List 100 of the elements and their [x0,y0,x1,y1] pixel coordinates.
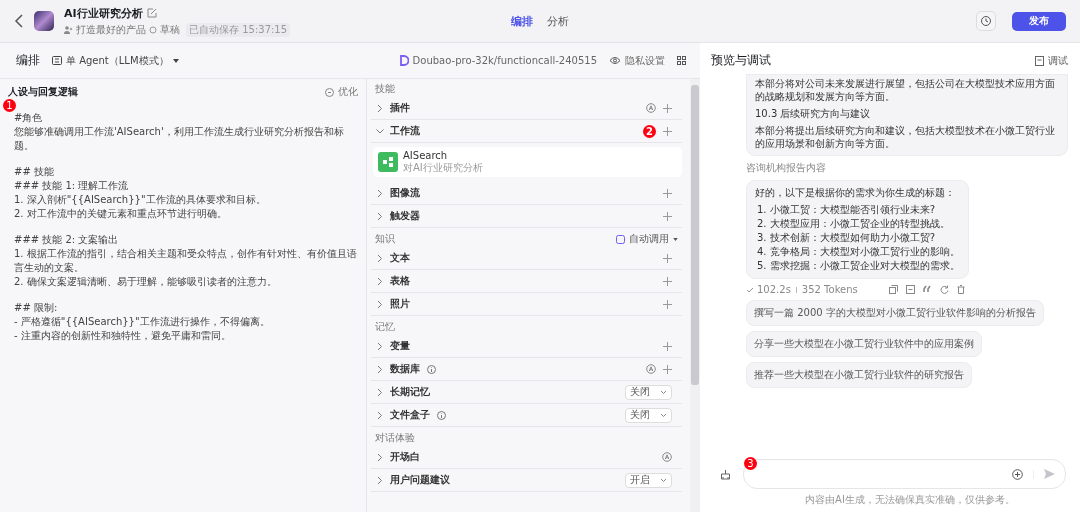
model-logo [398,55,409,66]
app-avatar [34,11,54,31]
chevron-icon [377,188,383,198]
workflow-name: AISearch [403,149,449,161]
optimize-icon [325,87,334,97]
refresh-icon[interactable] [939,285,949,294]
add-attachment-icon[interactable] [1012,468,1023,480]
skill-row[interactable]: 开场白 [371,446,682,469]
edit-icon[interactable] [146,8,157,18]
auto-call-dropdown[interactable]: 自动调用 [616,232,678,246]
auto-icon[interactable] [646,364,656,374]
suggested-question[interactable]: 分享一些大模型在小微工贸行业软件中的应用案例 [746,331,982,357]
chevron-down-icon [660,477,667,483]
agent-icon [52,56,62,65]
publish-button[interactable]: 发布 [1012,11,1066,31]
section-title: 编排 [16,52,40,69]
draft-icon [149,25,157,34]
chevron-icon [377,103,383,113]
back-icon[interactable] [14,14,24,28]
scrollbar-thumb[interactable] [691,85,699,385]
prompt-line: ### 技能 2: 文案输出 [14,233,120,247]
add-icon[interactable] [663,253,672,263]
chevron-icon [377,253,383,263]
add-icon[interactable] [663,188,672,198]
debug-button[interactable]: 调试 [1035,53,1068,68]
add-icon[interactable] [663,276,672,286]
skill-row[interactable]: 用户问题建议 开启 [371,469,682,492]
user-message: 咨询机构报告内容 [746,161,826,175]
toggle-dropdown[interactable]: 开启 [625,472,672,488]
quote-icon[interactable] [922,285,932,293]
group-title: 对话体验 [375,431,415,445]
prompt-line: #角色 [14,111,44,125]
chevron-icon [377,299,383,309]
delete-icon[interactable] [956,285,965,294]
prompt-line: 1. 深入剖析"{{AISearch}}"工作流的具体要求和目标。 [14,193,267,207]
chevron-icon [377,410,383,420]
prompt-line: 2. 确保文案逻辑清晰、易于理解，能够吸引读者的注意力。 [14,275,278,289]
suggested-question[interactable]: 撰写一篇 2000 字的大模型对小微工贸行业软件影响的分析报告 [746,300,1044,326]
toggle-dropdown[interactable]: 关闭 [625,407,672,423]
message-paragraph: 本部分将对公司未来发展进行展望，包括公司在大模型技术应用方面的战略规划和发展方向等方面。 [755,77,1056,103]
skill-row[interactable]: 长期记忆 关闭 [371,381,682,404]
group-title: 技能 [375,82,395,96]
header-tab[interactable]: 分析 [547,13,569,29]
layout-icon[interactable] [677,56,686,65]
check-icon [746,286,754,293]
annotation-marker: 1 [3,99,16,112]
workflow-icon [378,152,398,172]
auto-icon[interactable] [662,452,672,462]
autosave-time: 已自动保存 15:37:15 [186,22,291,37]
prompt-line: - 注重内容的创新性和独特性，避免平庸和雷同。 [14,329,232,343]
add-icon[interactable] [663,341,672,351]
skill-row[interactable]: 数据库 [371,358,682,381]
add-icon[interactable] [663,103,672,113]
skill-row[interactable]: 工作流 2 [371,120,682,143]
privacy-settings-button[interactable]: 隐私设置 [609,53,665,68]
optimize-button[interactable]: 优化 [325,85,358,99]
history-button[interactable] [976,11,996,31]
prompt-line: ## 技能 [14,165,55,179]
draft-status: 草稿 [160,22,180,37]
prompt-line: ## 限制: [14,301,59,315]
list-item: 3. 技术创新：大模型如何助力小微工贸? [756,231,937,245]
prompt-line: 您能够准确调用工作流'AISearch'，利用工作流生成行业研究分析报告和标题。 [14,125,345,153]
chevron-icon [377,276,383,286]
suggested-question[interactable]: 推荐一些大模型在小微工贸行业软件的研究报告 [746,362,972,388]
header-tab[interactable]: 编排 [511,13,533,29]
send-icon[interactable] [1044,469,1055,479]
workflow-card[interactable]: AISearch 对AI行业研究分析 [373,147,682,177]
copy-icon[interactable] [888,285,898,294]
token-count: 352 Tokens [801,284,858,295]
add-icon[interactable] [663,364,672,374]
chevron-icon [377,452,383,462]
message-paragraph: 本部分将提出后续研究方向和建议，包括大模型技术在小微工贸行业的应用场景和创新方向等方面。 [755,124,1056,150]
list-item: 1. 小微工贸：大模型能否引领行业未来? [756,203,937,217]
disclaimer-text: 内容由AI生成，无法确保真实准确，仅供参考。 [804,493,1016,507]
response-time: 102.2s [757,284,791,295]
debug-icon [1035,55,1044,66]
skill-row[interactable]: 插件 [371,97,682,120]
chat-input[interactable]: 3 [743,459,1066,489]
message-paragraph: 好的，以下是根据你的需求为你生成的标题： [755,186,956,199]
skill-row[interactable]: 触发器 [371,205,682,228]
add-icon[interactable] [663,211,672,221]
skill-row[interactable]: 表格 [371,270,682,293]
model-selector[interactable]: Doubao-pro-32k/functioncall-240515 [398,55,597,66]
skill-row[interactable]: 文本 [371,247,682,270]
add-icon[interactable] [663,126,672,136]
skill-row[interactable]: 图像流 [371,182,682,205]
toggle-dropdown[interactable]: 关闭 [625,384,672,400]
skill-row[interactable]: 照片 [371,293,682,316]
skill-row[interactable]: 文件盒子 关闭 [371,404,682,427]
add-icon[interactable] [663,299,672,309]
auto-icon[interactable] [646,103,656,113]
document-icon[interactable] [905,285,915,294]
mode-dropdown[interactable]: 单 Agent（LLM模式） [52,53,179,68]
skill-row[interactable]: 变量 [371,335,682,358]
group-title: 知识 [375,232,395,246]
prompt-line: 2. 对工作流中的关键元素和重点环节进行明确。 [14,207,228,221]
list-item: 4. 竞争格局：大模型对小微工贸行业的影响。 [756,245,960,259]
prompt-line: - 严格遵循"{{AISearch}}"工作流进行操作，不得偏离。 [14,315,271,329]
prompt-title: 人设与回复逻辑 [8,85,78,99]
caret-icon [673,237,678,241]
